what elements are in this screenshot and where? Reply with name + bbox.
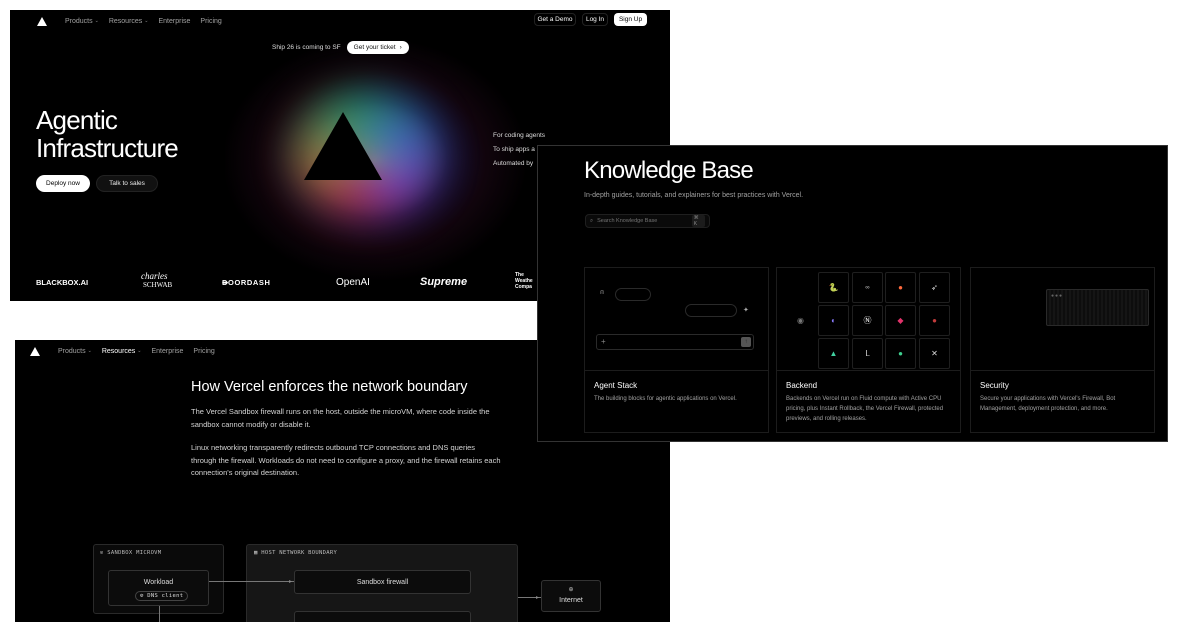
prompt-input-mock: + ↑ [596,334,754,350]
globe-icon: ⊕ [568,587,574,593]
arrow-right-icon: ▸ [536,595,540,601]
go-icon: ∞ [852,272,883,303]
nav-resources[interactable]: Resources ⌄ [109,18,149,25]
host-label: ▦ HOST NETWORK BOUNDARY [254,550,338,556]
search-icon: ⌕ [590,217,594,224]
page-subtitle: In-depth guides, tutorials, and explaine… [584,192,804,199]
weather-company-logo: The Weathe Compa [515,272,533,290]
nav-actions: Get a Demo Log In Sign Up [534,13,647,26]
connector-line [209,581,294,582]
express-icon: ᒪ [852,338,883,369]
get-ticket-button[interactable]: Get your ticket › [346,41,409,54]
chevron-down-icon: ⌄ [137,348,142,354]
search-box: ⌕ ⌘ K [585,214,710,228]
user-icon: ⍝ [600,289,605,296]
search-input[interactable] [597,218,688,224]
side-link[interactable]: For coding agents [493,129,545,143]
vercel-logo-icon[interactable] [37,16,47,26]
python-icon: 🐍 [818,272,849,303]
paragraph-1: The Vercel Sandbox firewall runs on the … [191,407,490,429]
backend-tech-grid: 🐍 ∞ ● ➶ ◉ ◐ Ⓝ ◆ ● ▲ ᒪ ● ✕ [777,268,960,371]
openai-logo: OpenAI [336,277,370,288]
card-security[interactable]: ●●● Security Secure your applications wi… [970,267,1155,433]
supreme-logo: Supreme [420,276,468,288]
nav-pricing[interactable]: Pricing [200,18,221,25]
login-button[interactable]: Log In [582,13,608,26]
nav-pricing[interactable]: Pricing [193,348,214,355]
card-title: Security [980,381,1009,390]
paragraph-2: Linux networking transparently redirects… [191,443,501,477]
chat-bubble-agent [685,304,737,317]
nav-resources[interactable]: Resources ⌄ [102,348,142,355]
ruby-icon: ● [919,305,950,336]
card-title: Agent Stack [594,381,638,390]
firewall-label: Sandbox firewall [356,579,409,586]
chevron-down-icon: ⌄ [94,18,99,24]
nav-products[interactable]: Products ⌄ [65,18,99,25]
card-backend[interactable]: 🐍 ∞ ● ➶ ◉ ◐ Ⓝ ◆ ● ▲ ᒪ ● ✕ Backend Backen… [776,267,961,433]
chevron-down-icon: ⌄ [87,348,92,354]
hero-heading: Agentic Infrastructure [36,105,179,163]
agent-stack-illustration: ⍝ ✦ + ↑ [585,268,768,371]
workload-label: Workload [143,579,174,586]
section-heading: How Vercel enforces the network boundary [191,379,468,395]
card-description: Secure your applications with Vercel's F… [980,396,1116,412]
get-demo-button[interactable]: Get a Demo [534,13,576,26]
chat-bubble-user [615,288,651,301]
flame-icon: ● [885,272,916,303]
announcement-text: Ship 26 is coming to SF [272,44,341,51]
dns-client-badge: ⚙ DNS client [135,591,189,601]
nav-enterprise[interactable]: Enterprise [159,18,191,25]
plus-icon: + [601,337,606,346]
vue-icon: ▲ [818,338,849,369]
arrow-right-icon: ▸ [289,579,293,585]
workload-node: Workload ⚙ DNS client [108,570,209,606]
send-icon: ↑ [741,337,751,347]
window-dots-icon: ●●● [1051,293,1064,299]
close-icon: ✕ [919,338,950,369]
nest-icon: ◆ [885,305,916,336]
bird-icon: ➶ [919,272,950,303]
node-icon: ● [885,338,916,369]
top-nav: Products ⌄ Resources ⌄ Enterprise Pricing [37,16,222,26]
sparkle-icon: ✦ [743,307,749,314]
schwab-logo-bottom: SCHWAB [143,281,173,289]
page-title: Knowledge Base [584,157,754,184]
blackbox-logo: BLACKBOX.AI [36,278,89,287]
knowledge-base-panel: Knowledge Base In-depth guides, tutorial… [537,145,1168,442]
nextjs-icon: Ⓝ [852,305,883,336]
second-host-node [294,611,471,622]
chevron-down-icon: ⌄ [144,18,149,24]
connector-line [159,606,160,622]
vercel-triangle-graphic [304,112,382,180]
browser-window-mock: ●●● [1046,289,1149,326]
sandbox-firewall-node: Sandbox firewall [294,570,471,594]
vercel-logo-icon[interactable] [30,346,40,356]
sandbox-label: ⊙ SANDBOX MICROVM [100,550,162,556]
deploy-now-button[interactable]: Deploy now [36,175,90,192]
announcement-bar: Ship 26 is coming to SF Get your ticket › [272,41,409,54]
keyboard-shortcut-badge: ⌘ K [691,215,705,227]
chevron-right-icon: › [399,44,402,51]
security-illustration: ●●● [971,268,1154,371]
talk-to-sales-button[interactable]: Talk to sales [96,175,158,192]
signup-button[interactable]: Sign Up [614,13,647,26]
internet-node: ⊕ Internet [541,580,601,612]
hero-cta-group: Deploy now Talk to sales [36,175,158,192]
nav-enterprise[interactable]: Enterprise [152,348,184,355]
framework-icon: ◉ [797,316,804,325]
card-description: The building blocks for agentic applicat… [594,396,737,402]
internet-label: Internet [559,597,583,604]
nav-products[interactable]: Products ⌄ [58,348,92,355]
nuxt-icon: ◐ [818,305,849,336]
schwab-logo-top: charles [141,271,168,281]
card-agent-stack[interactable]: ⍝ ✦ + ↑ Agent Stack The building blocks … [584,267,769,433]
top-nav: Products ⌄ Resources ⌄ Enterprise Pricing [30,346,215,356]
card-title: Backend [786,381,818,390]
card-description: Backends on Vercel run on Fluid compute … [786,396,944,422]
